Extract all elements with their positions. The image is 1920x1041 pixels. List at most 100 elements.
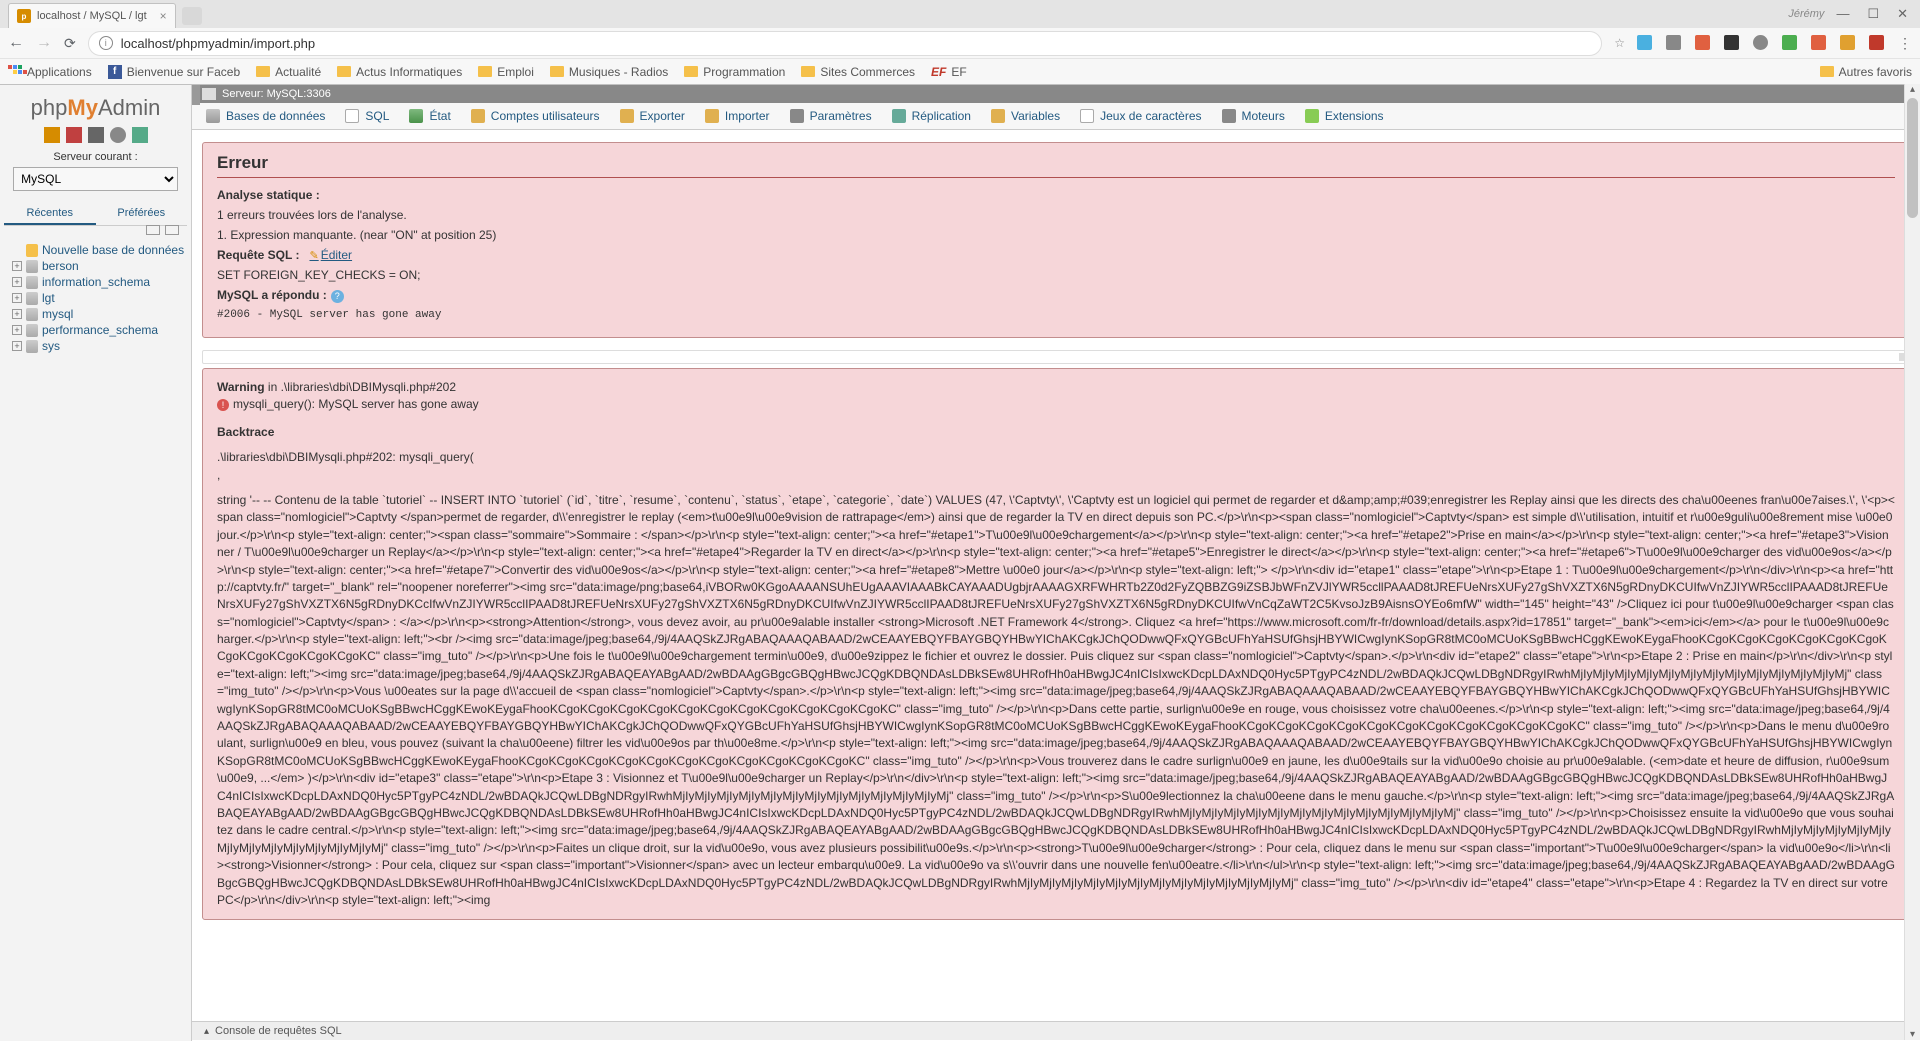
page: phpMyAdmin Serveur courant : MySQL Récen… [0, 85, 1920, 1041]
tab-import[interactable]: Importer [695, 103, 780, 129]
bookmark-star-icon[interactable]: ☆ [1614, 36, 1625, 50]
tab-sql[interactable]: SQL [335, 103, 399, 129]
tab-charsets[interactable]: Jeux de caractères [1070, 103, 1211, 129]
extension-icon[interactable] [1666, 35, 1681, 50]
scroll-down-icon[interactable]: ▾ [1905, 1029, 1920, 1040]
new-database[interactable]: Nouvelle base de données [12, 242, 187, 258]
warning-message: mysqli_query(): MySQL server has gone aw… [233, 397, 479, 411]
tab-replication[interactable]: Réplication [882, 103, 981, 129]
expand-icon[interactable]: + [12, 309, 22, 319]
breadcrumb-bar: Serveur: MySQL:3306 [192, 85, 1920, 103]
settings-icon[interactable] [110, 127, 126, 143]
extension-icon[interactable] [1724, 35, 1739, 50]
extension-icon[interactable] [1695, 35, 1710, 50]
expand-icon[interactable]: + [12, 341, 22, 351]
new-tab-button[interactable] [182, 7, 202, 25]
tree-collapse-icon[interactable] [146, 225, 160, 235]
db-item[interactable]: +performance_schema [12, 322, 187, 338]
menu-icon[interactable]: ⋮ [1898, 35, 1912, 52]
minimize-icon[interactable]: — [1836, 6, 1849, 22]
folder-icon [256, 66, 270, 77]
bookmark-item[interactable]: Actus Informatiques [337, 65, 462, 79]
scrollbar[interactable]: ▴ ▾ [1904, 84, 1920, 1040]
sidebar-collapse-handle[interactable] [192, 85, 200, 105]
bookmark-item[interactable]: Programmation [684, 65, 785, 79]
extension-icon[interactable] [1811, 35, 1826, 50]
tab-variables[interactable]: Variables [981, 103, 1070, 129]
bookmark-item[interactable]: EFEF [931, 65, 967, 79]
scrollbar-thumb[interactable] [1907, 98, 1918, 218]
tab-engines[interactable]: Moteurs [1212, 103, 1295, 129]
logout-icon[interactable] [66, 127, 82, 143]
close-window-icon[interactable]: ✕ [1897, 6, 1908, 22]
server-select[interactable]: MySQL [13, 167, 178, 191]
tab-users[interactable]: Comptes utilisateurs [461, 103, 610, 129]
reload-button[interactable]: ⟳ [64, 35, 76, 52]
extension-icon[interactable] [1753, 35, 1768, 50]
database-icon [26, 276, 38, 289]
db-item[interactable]: +mysql [12, 306, 187, 322]
tree-expand-icon[interactable] [165, 225, 179, 235]
server-breadcrumb[interactable]: Serveur: MySQL:3306 [222, 88, 331, 100]
home-icon[interactable] [44, 127, 60, 143]
database-icon [26, 260, 38, 273]
mysql-responded-label: MySQL a répondu : [217, 288, 327, 302]
reload-icon[interactable] [132, 127, 148, 143]
phpmyadmin-favicon: p [17, 9, 31, 23]
database-icon [26, 292, 38, 305]
edit-sql-link[interactable]: ✎Éditer [309, 248, 352, 262]
folder-icon [550, 66, 564, 77]
tab-preferred[interactable]: Préférées [96, 203, 188, 225]
sql-console-bar[interactable]: ▴ Console de requêtes SQL [192, 1021, 1920, 1040]
tab-extensions[interactable]: Extensions [1295, 103, 1394, 129]
close-icon[interactable]: × [160, 9, 167, 23]
browser-tab[interactable]: p localhost / MySQL / lgt × [8, 3, 176, 28]
help-icon[interactable]: ? [331, 290, 344, 303]
url-input[interactable]: i localhost/phpmyadmin/import.php [88, 31, 1603, 56]
back-button[interactable]: ← [8, 34, 24, 52]
bookmark-item[interactable]: fBienvenue sur Faceb [108, 65, 240, 79]
bookmark-item[interactable]: Actualité [256, 65, 321, 79]
tab-settings[interactable]: Paramètres [780, 103, 882, 129]
tab-recent[interactable]: Récentes [4, 203, 96, 225]
phpmyadmin-logo[interactable]: phpMyAdmin [4, 95, 187, 121]
users-icon [471, 109, 485, 123]
db-item[interactable]: +sys [12, 338, 187, 354]
forward-button[interactable]: → [36, 34, 52, 52]
apps-button[interactable]: Applications [8, 65, 92, 79]
db-item[interactable]: +information_schema [12, 274, 187, 290]
expand-icon[interactable]: + [12, 261, 22, 271]
scroll-up-icon[interactable]: ▴ [1905, 84, 1920, 95]
content: Serveur: MySQL:3306 Bases de données SQL… [192, 85, 1920, 1041]
maximize-icon[interactable]: ☐ [1867, 6, 1879, 22]
warning-box: Warning in .\libraries\dbi\DBIMysqli.php… [202, 368, 1910, 920]
collapsed-panel[interactable] [202, 350, 1910, 364]
menu-tabs: Bases de données SQL État Comptes utilis… [192, 103, 1920, 130]
db-item[interactable]: +lgt [12, 290, 187, 306]
extension-icon[interactable] [1637, 35, 1652, 50]
home-icons [4, 127, 187, 143]
bookmark-item[interactable]: Autres favoris [1820, 65, 1912, 79]
expand-icon[interactable]: + [12, 277, 22, 287]
expand-icon[interactable]: + [12, 325, 22, 335]
docs-icon[interactable] [88, 127, 104, 143]
pencil-icon: ✎ [309, 250, 318, 262]
bookmark-item[interactable]: Sites Commerces [801, 65, 915, 79]
database-icon [26, 308, 38, 321]
extension-icon[interactable] [1869, 35, 1884, 50]
extension-icon[interactable] [1782, 35, 1797, 50]
warning-icon: ! [217, 399, 229, 411]
db-item[interactable]: +berson [12, 258, 187, 274]
site-info-icon[interactable]: i [99, 36, 113, 50]
bookmark-item[interactable]: Emploi [478, 65, 534, 79]
export-icon [620, 109, 634, 123]
tab-databases[interactable]: Bases de données [196, 103, 335, 129]
sidebar: phpMyAdmin Serveur courant : MySQL Récen… [0, 85, 192, 1041]
tab-status[interactable]: État [399, 103, 460, 129]
bookmark-item[interactable]: Musiques - Radios [550, 65, 668, 79]
settings-icon [790, 109, 804, 123]
replication-icon [892, 109, 906, 123]
tab-export[interactable]: Exporter [610, 103, 695, 129]
expand-icon[interactable]: + [12, 293, 22, 303]
extension-icon[interactable] [1840, 35, 1855, 50]
